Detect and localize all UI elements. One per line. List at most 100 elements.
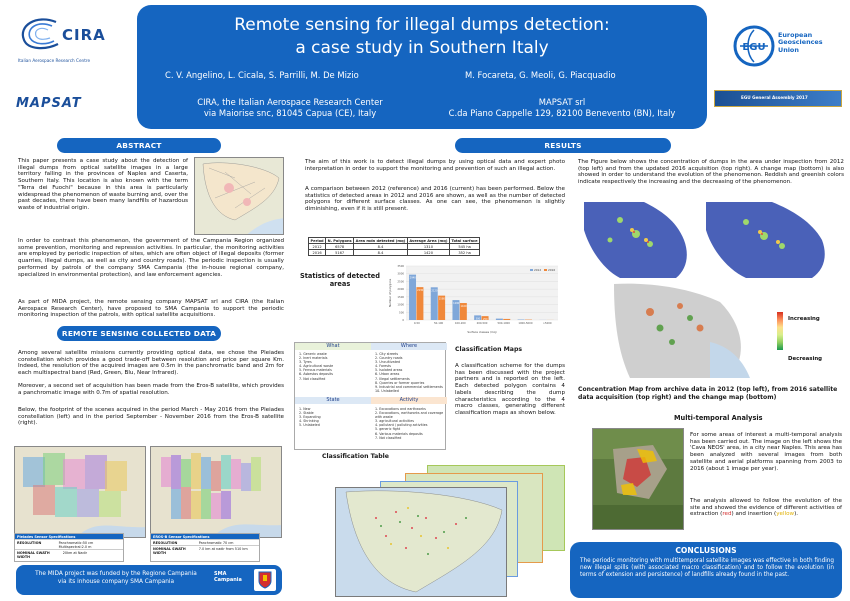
rs-data-para3: Below, the footprint of the scenes acqui… — [18, 407, 284, 427]
cira-logo-text: CIRA — [62, 26, 106, 44]
poster-header: Remote sensing for illegal dumps detecti… — [137, 5, 707, 129]
abstract-para2: In order to contrast this phenomenon, th… — [18, 238, 284, 278]
authors-cira: C. V. Angelino, L. Cicala, S. Parrilli, … — [165, 70, 359, 80]
rs-data-para2: Moreover, a second set of acquisition ha… — [18, 383, 284, 396]
y-tick-label: 2500 — [397, 279, 404, 283]
state-header: State — [295, 397, 371, 404]
y-tick-label: 500 — [399, 310, 404, 314]
classification-map-1 — [335, 487, 507, 597]
activity-header: Activity — [371, 397, 447, 404]
affiliation-mapsat-address: C.da Piano Cappelle 129, 82100 Benevento… — [448, 108, 676, 118]
classification-map-graphic — [336, 488, 506, 596]
affiliation-cira: CIRA, the Italian Aerospace Research Cen… — [155, 97, 425, 119]
pleiades-footprint-map — [14, 446, 146, 538]
change-map — [610, 282, 760, 380]
bar-value-label: 250 — [483, 318, 488, 321]
extraction-red-label: red — [722, 511, 732, 518]
spec-value: 20km at Nadir — [62, 550, 87, 555]
stats-label: Statistics of detected areas — [300, 272, 380, 288]
spec-key: NOMINAL SWATH WIDTH — [17, 550, 50, 559]
bar-value-label: 2940 — [410, 277, 417, 280]
y-tick-label: 3500 — [397, 264, 404, 268]
authors-mapsat: M. Focareta, G. Meoli, G. Piacquadio — [465, 70, 616, 80]
affiliation-mapsat: MAPSAT srl C.da Piano Cappelle 129, 8210… — [427, 97, 697, 119]
multitemporal-para2: The analysis allowed to follow the evolu… — [690, 498, 842, 518]
results-comparison: A comparison between 2012 (reference) an… — [305, 186, 565, 213]
change-legend-bar — [777, 312, 783, 350]
study-area-map — [194, 157, 284, 235]
insertion-yellow-label: yellow — [776, 511, 795, 518]
abstract-para3: As part of MIDA project, the remote sens… — [18, 299, 284, 319]
bar-value-label: 1290 — [453, 302, 460, 305]
rs-data-heading: REMOTE SENSING COLLECTED DATA — [57, 326, 221, 341]
erosb-footprint-graphic — [151, 447, 281, 537]
concentration-caption: Concentration Map from archive data in 2… — [578, 386, 838, 401]
table-cell: 8.4 — [353, 249, 408, 256]
abstract-heading: ABSTRACT — [57, 138, 221, 153]
x-tick-label: 200-500 — [477, 321, 488, 325]
egu-globe-icon: EGU — [733, 25, 775, 67]
x-tick-label: 0-50 — [414, 321, 420, 325]
concentration-map-2012-graphic — [580, 200, 698, 280]
pleiades-footprint-graphic — [15, 447, 145, 537]
rs-data-para1: Among several satellite missions current… — [18, 350, 284, 377]
spec-value: Panchromatic:50 cm Multispectral:2.0 m — [58, 540, 94, 549]
egu-ga-banner: EGU General Assembly 2017 — [714, 90, 842, 107]
activity-list: 1. Excavations and earthworks 2. Excavati… — [375, 407, 445, 440]
what-item: 7. Not classified — [299, 376, 326, 381]
funding-footer: The MIDA project was funded by the Regio… — [16, 565, 282, 595]
bar-value-label: 1580 — [439, 298, 446, 301]
legend-decreasing: Decreasing — [788, 356, 823, 362]
affiliation-mapsat-name: MAPSAT srl — [538, 97, 586, 107]
spec-value: Panchromatic 70 cm — [198, 540, 234, 545]
multitemporal-text: ). — [794, 511, 799, 518]
x-tick-label: 100-200 — [455, 321, 466, 325]
legend-swatch-2016 — [544, 269, 547, 271]
concentration-text: The Figure below shows the concentration… — [578, 159, 844, 186]
multitemporal-title: Multi-temporal Analysis — [674, 414, 763, 422]
classification-table-title: Classification Table — [322, 453, 389, 460]
where-list: 1. City streets 2. Country roads 3. Uncult… — [375, 352, 445, 393]
table-cell: 352 ha — [449, 249, 481, 256]
egu-logo: EGU European Geosciences Union — [732, 24, 847, 69]
multitemporal-text: ) and insertion ( — [731, 511, 777, 518]
egu-ga-text: EGU General Assembly 2017 — [741, 95, 808, 100]
pleiades-spec-table: Pleiades Sensor Specifications RESOLUTIO… — [14, 533, 124, 562]
concentration-map-2016 — [702, 200, 842, 280]
y-tick-label: 2000 — [397, 287, 404, 291]
table-cell: 5167 — [325, 249, 355, 256]
bar-value-label: 300 — [476, 317, 481, 320]
x-tick-label: >5000 — [543, 321, 552, 325]
abstract-para1: This paper presents a case study about t… — [18, 158, 188, 211]
bar-2012-500-1000 — [495, 318, 503, 320]
spec-key: NOMINAL SWATH WIDTH — [153, 546, 186, 555]
table-row: NOMINAL SWATH WIDTH 7.0 km at nadir from … — [151, 545, 259, 555]
what-list: 1. Generic waste 2. Inert materials 3. Tyr… — [299, 352, 369, 381]
egu-line3: Union — [778, 45, 799, 54]
spec-key: RESOLUTION — [17, 540, 42, 545]
concentration-map-2012 — [580, 200, 698, 280]
legend-label-2016: 2016 — [548, 268, 555, 272]
y-tick-label: 1000 — [397, 303, 404, 307]
activity-item: 7. Not classified — [375, 435, 402, 440]
funding-line2: via its inhouse company SMA Campania — [57, 578, 175, 585]
x-tick-label: 50-100 — [434, 321, 444, 325]
sma-logo: SMA Campania — [214, 571, 242, 583]
plot-area — [406, 266, 558, 320]
classification-maps-stack — [335, 465, 567, 597]
table-row: 2016 5167 8.4 1420 352 ha — [307, 249, 481, 256]
affiliation-cira-name: CIRA, the Italian Aerospace Research Cen… — [197, 97, 383, 107]
bar-2016-500-1000 — [503, 318, 511, 320]
y-tick-label: 0 — [402, 318, 404, 322]
where-item: 10. Unlabelled — [375, 388, 399, 393]
legend-swatch-2012 — [530, 269, 533, 271]
conclusions-box: CONCLUSIONS The periodic monitoring with… — [570, 542, 842, 598]
y-axis-label: Number of polygons — [388, 278, 392, 307]
y-tick-label: 3000 — [397, 272, 404, 276]
mapsat-logo: MAPSAT — [16, 92, 116, 111]
concentration-map-2016-graphic — [702, 200, 842, 280]
classification-maps-title: Classification Maps — [455, 346, 523, 353]
mapsat-logo-text: MAPSAT — [16, 96, 82, 111]
surface-class-chart: 0 500 1000 1500 2000 2500 3000 3500 2940 2130 0-50… — [386, 256, 562, 336]
conclusions-text: The periodic monitoring with multitempor… — [580, 558, 834, 578]
